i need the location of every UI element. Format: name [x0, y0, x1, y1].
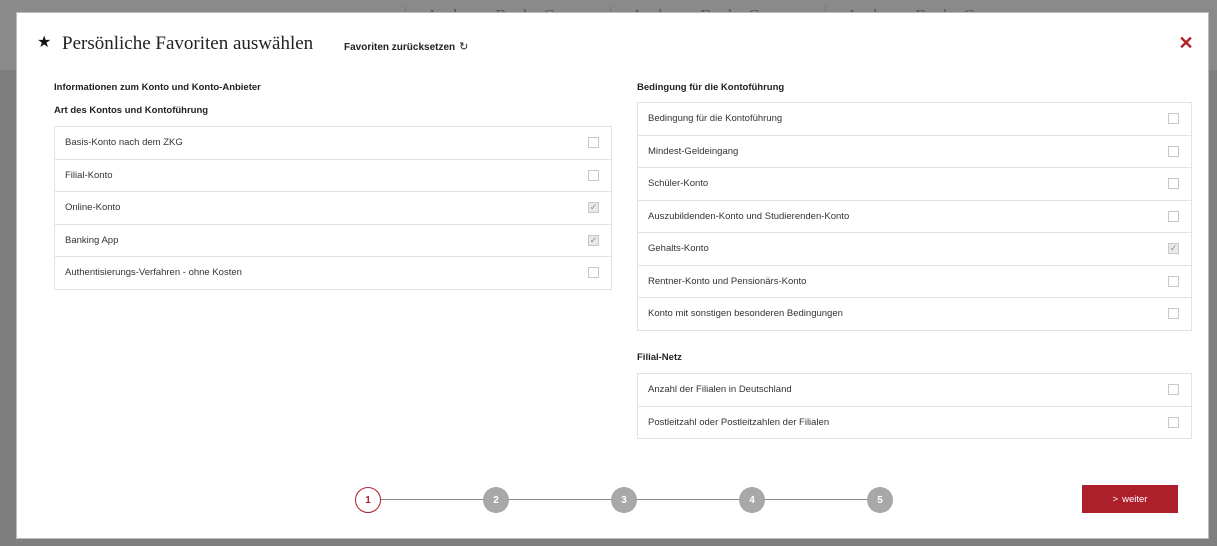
list-item[interactable]: Postleitzahl oder Postleitzahlen der Fil…: [638, 405, 1191, 439]
step-1[interactable]: 1: [355, 487, 381, 513]
checkmark-icon: ✓: [1169, 243, 1178, 254]
list-item-label: Banking App: [65, 234, 119, 246]
favorites-modal: ★ Persönliche Favoriten auswählen Favori…: [16, 12, 1209, 539]
list-item[interactable]: Rentner-Konto und Pensionärs-Konto: [638, 264, 1191, 298]
close-icon[interactable]: ✕: [1178, 34, 1194, 52]
favorite-checkbox[interactable]: [588, 137, 599, 149]
reset-favorites-button[interactable]: Favoriten zurücksetzen ↻: [344, 40, 468, 53]
step-indicator: 1 2 3 4 5: [355, 487, 895, 513]
list-item[interactable]: Konto mit sonstigen besonderen Bedingung…: [638, 297, 1191, 330]
step-2[interactable]: 2: [483, 487, 509, 513]
list-item[interactable]: Schüler-Konto: [638, 167, 1191, 200]
list-item-label: Gehalts-Konto: [648, 243, 709, 255]
list-item[interactable]: Banking App ✓: [55, 223, 611, 257]
section-title-info: Informationen zum Konto und Konto-Anbiet…: [54, 82, 261, 93]
list-item-label: Online-Konto: [65, 202, 121, 214]
favorite-checkbox[interactable]: [1168, 416, 1179, 428]
list-item-label: Bedingung für die Kontoführung: [648, 113, 783, 125]
checkmark-icon: ✓: [589, 234, 598, 245]
refresh-icon: ↻: [459, 41, 469, 53]
modal-title: Persönliche Favoriten auswählen: [62, 33, 314, 54]
list-item[interactable]: Bedingung für die Kontoführung: [638, 102, 1191, 135]
favorite-checkbox[interactable]: ✓: [1168, 243, 1179, 255]
list-item[interactable]: Gehalts-Konto ✓: [638, 232, 1191, 265]
favorite-checkbox[interactable]: [588, 267, 599, 279]
list-item-label: Schüler-Konto: [648, 178, 709, 190]
favorite-checkbox[interactable]: [1168, 145, 1179, 157]
list-item[interactable]: Basis-Konto nach dem ZKG: [55, 126, 611, 159]
modal-header: ★ Persönliche Favoriten auswählen Favori…: [17, 13, 1208, 77]
favorite-checkbox[interactable]: [1168, 113, 1179, 125]
list-item-label: Anzahl der Filialen in Deutschland: [648, 384, 792, 396]
list-item-label: Filial-Konto: [65, 169, 113, 181]
conditions-list: Bedingung für die Kontoführung Mindest-Ge…: [637, 102, 1192, 331]
branch-network-list: Anzahl der Filialen in Deutschland Postle…: [637, 373, 1192, 439]
list-item-label: Authentisierungs-Verfahren - ohne Kosten: [65, 267, 242, 279]
favorite-checkbox[interactable]: [1168, 178, 1179, 190]
section-title-branch-network: Filial-Netz: [637, 352, 682, 363]
account-type-list: Basis-Konto nach dem ZKG Filial-Konto Onli…: [54, 126, 612, 290]
favorite-checkbox[interactable]: ✓: [588, 202, 599, 214]
step-4[interactable]: 4: [739, 487, 765, 513]
list-item[interactable]: Online-Konto ✓: [55, 191, 611, 224]
favorite-checkbox[interactable]: [1168, 308, 1179, 320]
next-button-label: weiter: [1122, 493, 1148, 505]
next-button[interactable]: > weiter: [1082, 485, 1178, 513]
list-item-label: Auszubildenden-Konto und Studierenden-Ko…: [648, 210, 850, 222]
favorite-checkbox[interactable]: [1168, 275, 1179, 287]
chevron-right-icon: >: [1112, 493, 1119, 505]
section-title-conditions: Bedingung für die Kontoführung: [637, 82, 785, 93]
list-item[interactable]: Filial-Konto: [55, 158, 611, 192]
list-item-label: Rentner-Konto und Pensionärs-Konto: [648, 275, 807, 287]
checkmark-icon: ✓: [589, 202, 598, 213]
section-title-account-type: Art des Kontos und Kontoführung: [54, 105, 209, 116]
favorite-checkbox[interactable]: ✓: [588, 234, 599, 246]
step-3[interactable]: 3: [611, 487, 637, 513]
list-item[interactable]: Anzahl der Filialen in Deutschland: [638, 373, 1191, 406]
favorite-checkbox[interactable]: [1168, 384, 1179, 396]
favorite-checkbox[interactable]: [1168, 210, 1179, 222]
list-item[interactable]: Mindest-Geldeingang: [638, 134, 1191, 168]
list-item[interactable]: Auszubildenden-Konto und Studierenden-Ko…: [638, 199, 1191, 233]
favorite-checkbox[interactable]: [588, 169, 599, 181]
list-item-label: Mindest-Geldeingang: [648, 145, 739, 157]
step-5[interactable]: 5: [867, 487, 893, 513]
list-item[interactable]: Authentisierungs-Verfahren - ohne Kosten: [55, 256, 611, 289]
reset-label: Favoriten zurücksetzen: [344, 42, 456, 53]
list-item-label: Konto mit sonstigen besonderen Bedingung…: [648, 308, 843, 320]
list-item-label: Postleitzahl oder Postleitzahlen der Fil…: [648, 416, 830, 428]
star-icon: ★: [37, 34, 52, 51]
list-item-label: Basis-Konto nach dem ZKG: [65, 137, 183, 149]
